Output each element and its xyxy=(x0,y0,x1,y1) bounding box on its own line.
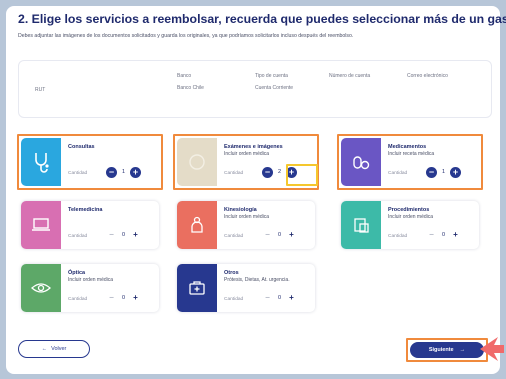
quantity-value: 0 xyxy=(277,295,282,301)
service-name: Otros xyxy=(224,270,239,276)
page-subtitle: Debes adjuntar las imágenes de los docum… xyxy=(18,33,354,39)
service-note: Incluir orden médica xyxy=(388,214,434,220)
highlight-box-medicamentos xyxy=(337,134,483,190)
increment-button[interactable]: + xyxy=(286,292,297,304)
quantity-stepper[interactable]: − 0 + xyxy=(426,229,476,241)
pointer-arrow-icon xyxy=(480,337,504,361)
increment-button[interactable]: + xyxy=(286,229,297,241)
otros-image xyxy=(177,264,217,312)
service-note: Incluir orden médica xyxy=(68,277,114,283)
service-name: Óptica xyxy=(68,270,86,276)
quantity-label: Cantidad xyxy=(68,297,88,302)
service-card-procedimientos[interactable]: Procedimientos Incluir orden médica Cant… xyxy=(341,201,479,249)
optica-image xyxy=(21,264,61,312)
quantity-label: Cantidad xyxy=(224,297,244,302)
increment-button[interactable]: + xyxy=(130,229,141,241)
account-type-value: Cuenta Corriente xyxy=(255,85,294,91)
eye-icon xyxy=(31,283,51,293)
bank-value: Banco Chile xyxy=(177,85,204,91)
decrement-button[interactable]: − xyxy=(262,292,273,304)
highlight-box-stepper xyxy=(286,164,318,186)
laptop-icon xyxy=(32,218,50,231)
quantity-label: Cantidad xyxy=(388,234,408,239)
decrement-button[interactable]: − xyxy=(262,229,273,241)
service-name: Kinesiología xyxy=(224,207,257,213)
medical-kit-icon xyxy=(189,281,205,295)
service-note: Incluir orden médica xyxy=(224,214,270,220)
quantity-stepper[interactable]: − 0 + xyxy=(106,229,156,241)
increment-button[interactable]: + xyxy=(450,229,461,241)
person-icon xyxy=(191,216,203,233)
back-button[interactable]: ← Volver xyxy=(18,340,90,358)
back-button-label: Volver xyxy=(51,346,67,352)
service-note: Prótesis, Dietas, At. urgencia. xyxy=(224,277,290,283)
decrement-button[interactable]: − xyxy=(106,229,117,241)
increment-button[interactable]: + xyxy=(130,292,141,304)
account-type-label: Tipo de cuenta xyxy=(255,73,288,79)
highlight-box-consultas xyxy=(17,134,163,190)
kinesiologia-image xyxy=(177,201,217,249)
quantity-label: Cantidad xyxy=(68,234,88,239)
procedimientos-image xyxy=(341,201,381,249)
account-info-card: RUT Banco Banco Chile Tipo de cuenta Cue… xyxy=(18,60,492,118)
service-name: Procedimientos xyxy=(388,207,430,213)
service-card-otros[interactable]: Otros Prótesis, Dietas, At. urgencia. Ca… xyxy=(177,264,315,312)
quantity-value: 0 xyxy=(441,232,446,238)
quantity-stepper[interactable]: − 0 + xyxy=(106,292,156,304)
rut-label: RUT xyxy=(35,87,46,93)
bank-label: Banco xyxy=(177,73,192,79)
quantity-stepper[interactable]: − 0 + xyxy=(262,229,312,241)
decrement-button[interactable]: − xyxy=(426,229,437,241)
email-label: Correo electrónico xyxy=(407,73,448,79)
decrement-button[interactable]: − xyxy=(106,292,117,304)
account-number-label: Número de cuenta xyxy=(329,73,371,79)
service-card-telemedicina[interactable]: Telemedicina Cantidad − 0 + xyxy=(21,201,159,249)
page-title: 2. Elige los servicios a reembolsar, rec… xyxy=(18,12,506,26)
quantity-label: Cantidad xyxy=(224,234,244,239)
quantity-stepper[interactable]: − 0 + xyxy=(262,292,312,304)
service-card-kinesiologia[interactable]: Kinesiología Incluir orden médica Cantid… xyxy=(177,201,315,249)
quantity-value: 0 xyxy=(121,232,126,238)
quantity-value: 0 xyxy=(277,232,282,238)
clipboard-icon xyxy=(354,218,369,233)
arrow-left-icon: ← xyxy=(41,346,48,352)
service-card-optica[interactable]: Óptica Incluir orden médica Cantidad − 0… xyxy=(21,264,159,312)
quantity-value: 0 xyxy=(121,295,126,301)
service-name: Telemedicina xyxy=(68,207,103,213)
telemedicina-image xyxy=(21,201,61,249)
